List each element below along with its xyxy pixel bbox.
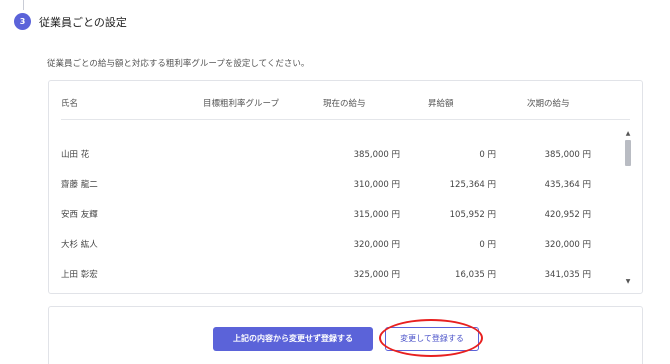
next-salary: 420,952 円: [544, 210, 591, 220]
column-header-current-salary: 現在の給与: [323, 99, 366, 109]
column-header-next-salary: 次期の給与: [527, 99, 570, 109]
next-salary: 320,000 円: [544, 240, 591, 250]
raise-amount: 125,364 円: [449, 180, 496, 190]
table-body[interactable]: 山田 花 385,000 円 0 円 385,000 円 齋藤 龍二 310,0…: [61, 129, 616, 287]
raise-amount: 0 円: [479, 150, 496, 160]
table-row: 安西 友輝 315,000 円 105,952 円 420,952 円: [61, 197, 616, 227]
current-salary: 310,000 円: [353, 180, 400, 190]
employee-settings-page: 3 従業員ごとの設定 従業員ごとの給与額と対応する粗利率グループを設定してくださ…: [0, 0, 670, 364]
scroll-up-arrow-icon[interactable]: ▲: [622, 129, 634, 139]
current-salary: 325,000 円: [353, 270, 400, 280]
raise-amount: 16,035 円: [455, 270, 496, 280]
column-header-name: 氏名: [61, 99, 79, 109]
table-scrollbar[interactable]: ▲ ▼: [622, 129, 634, 287]
step-number-badge: 3: [14, 13, 31, 30]
current-salary: 320,000 円: [353, 240, 400, 250]
employee-salary-table: 氏名 目標粗利率グループ 現在の給与 昇給額 次期の給与 山田 花 385,00…: [48, 80, 643, 294]
scrollbar-thumb[interactable]: [625, 140, 631, 166]
register-with-change-button[interactable]: 変更して登録する: [385, 327, 479, 351]
step-header: 3 従業員ごとの設定: [14, 13, 127, 30]
table-row: 山田 花 385,000 円 0 円 385,000 円: [61, 137, 616, 167]
step-title: 従業員ごとの設定: [39, 15, 127, 29]
raise-amount: 0 円: [479, 240, 496, 250]
table-row: 齋藤 龍二 310,000 円 125,364 円 435,364 円: [61, 167, 616, 197]
employee-name: 安西 友輝: [61, 210, 98, 220]
next-salary: 435,364 円: [544, 180, 591, 190]
employee-name: 山田 花: [61, 150, 90, 160]
raise-amount: 105,952 円: [449, 210, 496, 220]
section-description: 従業員ごとの給与額と対応する粗利率グループを設定してください。: [47, 59, 310, 69]
next-salary: 341,035 円: [544, 270, 591, 280]
scroll-down-arrow-icon[interactable]: ▼: [622, 277, 634, 287]
column-header-group: 目標粗利率グループ: [203, 99, 279, 109]
table-header: 氏名 目標粗利率グループ 現在の給与 昇給額 次期の給与: [61, 81, 630, 120]
employee-name: 上田 彰宏: [61, 270, 98, 280]
next-salary: 385,000 円: [544, 150, 591, 160]
current-salary: 385,000 円: [353, 150, 400, 160]
column-header-raise: 昇給額: [428, 99, 454, 109]
employee-name: 大杉 紘人: [61, 240, 98, 250]
employee-name: 齋藤 龍二: [61, 180, 98, 190]
table-row: 上田 彰宏 325,000 円 16,035 円 341,035 円: [61, 257, 616, 287]
register-without-change-button[interactable]: 上記の内容から変更せず登録する: [213, 327, 373, 351]
action-panel: 上記の内容から変更せず登録する 変更して登録する: [48, 306, 643, 364]
current-salary: 315,000 円: [353, 210, 400, 220]
table-row: 大杉 紘人 320,000 円 0 円 320,000 円: [61, 227, 616, 257]
step-connector-line: [23, 0, 24, 10]
